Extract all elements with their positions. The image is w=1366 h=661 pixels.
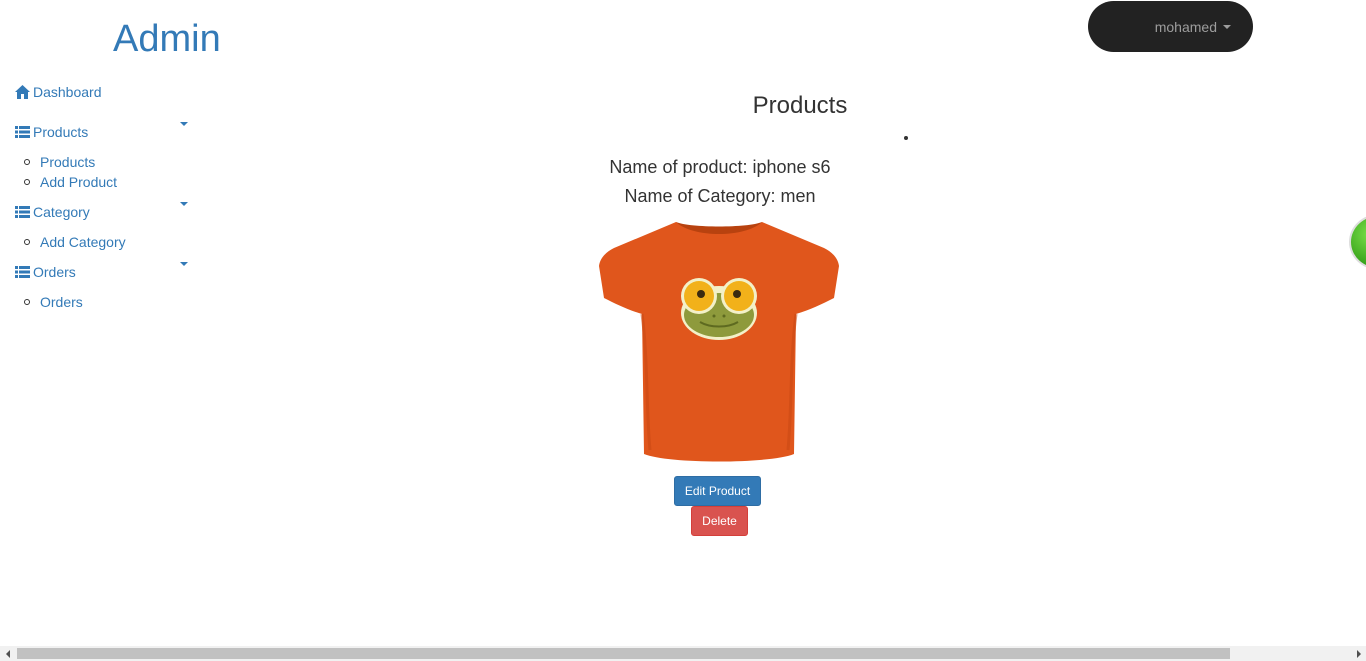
horizontal-scrollbar[interactable] [0,646,1366,661]
sidebar-subitem-add-product[interactable]: Add Product [24,172,117,192]
chevron-down-icon[interactable] [180,262,188,266]
scrollbar-thumb[interactable] [17,648,1230,659]
sidebar-subitem-label: Orders [40,294,83,310]
list-icon [15,125,30,139]
user-menu[interactable]: mohamed [1088,1,1253,52]
chevron-down-icon [1223,24,1231,29]
delete-button[interactable]: Delete [691,506,748,536]
home-icon [15,85,30,99]
sidebar-item-label: Dashboard [33,84,102,100]
sidebar-item-dashboard[interactable]: Dashboard [15,82,102,102]
list-icon [15,265,30,279]
sidebar-subitem-label: Products [40,154,96,170]
scroll-left-icon[interactable] [0,646,15,661]
list-bullet [904,136,908,140]
list-icon [15,205,30,219]
sidebar-item-label: Category [33,204,90,220]
bullet-icon [24,159,30,165]
sidebar-item-orders[interactable]: Orders [15,262,76,282]
sidebar-subitem-products[interactable]: Products [24,152,95,172]
user-name: mohamed [1154,18,1217,35]
bullet-icon [24,239,30,245]
product-category: Name of Category: men [624,186,816,206]
product-name: Name of product: iphone s6 [609,157,831,177]
floating-widget-button[interactable] [1349,214,1366,270]
chevron-down-icon[interactable] [180,122,188,126]
bullet-icon [24,179,30,185]
page-title: Products [752,92,848,119]
brand-title[interactable]: Admin [113,17,221,61]
sidebar-item-category[interactable]: Category [15,202,90,222]
sidebar-item-label: Products [33,124,89,140]
sidebar-subitem-label: Add Product [40,174,118,190]
sidebar-item-products[interactable]: Products [15,122,88,142]
sidebar-subitem-add-category[interactable]: Add Category [24,232,126,252]
bullet-icon [24,299,30,305]
sidebar-item-label: Orders [33,264,76,280]
sidebar-subitem-orders[interactable]: Orders [24,292,83,312]
sidebar-subitem-label: Add Category [40,234,126,250]
edit-product-button[interactable]: Edit Product [674,476,761,506]
chevron-down-icon[interactable] [180,202,188,206]
product-image [598,218,840,464]
scroll-right-icon[interactable] [1351,646,1366,661]
